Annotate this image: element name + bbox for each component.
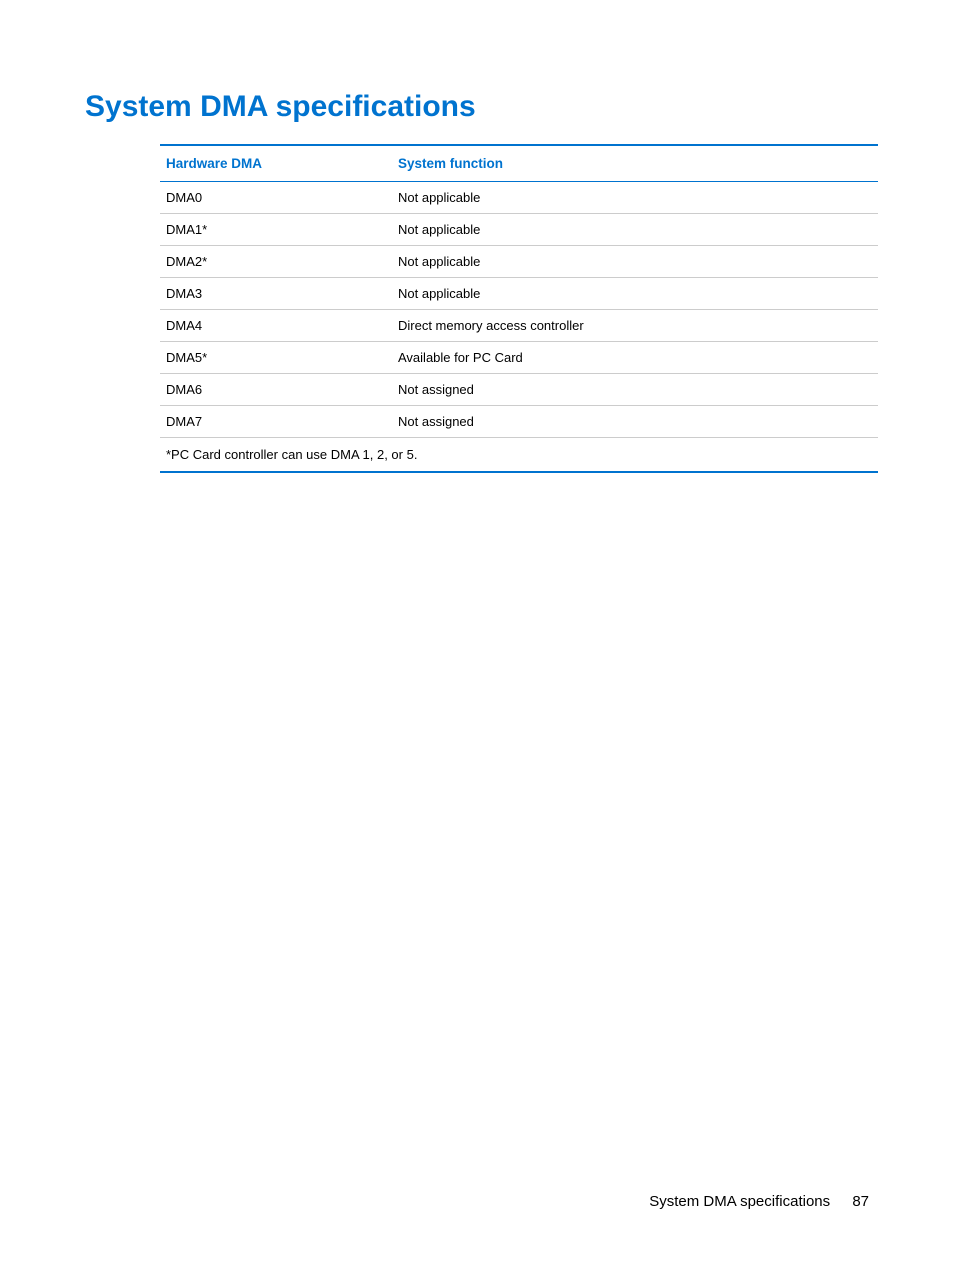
- cell-function: Not applicable: [392, 246, 878, 278]
- cell-hardware: DMA7: [160, 406, 392, 438]
- table-footnote: *PC Card controller can use DMA 1, 2, or…: [160, 438, 878, 473]
- table-row: DMA5* Available for PC Card: [160, 342, 878, 374]
- table-row: DMA2* Not applicable: [160, 246, 878, 278]
- cell-function: Direct memory access controller: [392, 310, 878, 342]
- table-row: DMA3 Not applicable: [160, 278, 878, 310]
- dma-table: Hardware DMA System function DMA0 Not ap…: [160, 144, 878, 473]
- cell-hardware: DMA5*: [160, 342, 392, 374]
- cell-hardware: DMA3: [160, 278, 392, 310]
- cell-hardware: DMA0: [160, 182, 392, 214]
- header-system-function: System function: [392, 145, 878, 182]
- footer-page-number: 87: [852, 1193, 869, 1210]
- table-row: DMA1* Not applicable: [160, 214, 878, 246]
- cell-function: Available for PC Card: [392, 342, 878, 374]
- cell-function: Not applicable: [392, 278, 878, 310]
- table-row: DMA7 Not assigned: [160, 406, 878, 438]
- cell-hardware: DMA2*: [160, 246, 392, 278]
- page-footer: System DMA specifications 87: [649, 1193, 869, 1210]
- cell-function: Not assigned: [392, 406, 878, 438]
- cell-function: Not assigned: [392, 374, 878, 406]
- header-hardware-dma: Hardware DMA: [160, 145, 392, 182]
- cell-hardware: DMA1*: [160, 214, 392, 246]
- table-header-row: Hardware DMA System function: [160, 145, 878, 182]
- cell-function: Not applicable: [392, 182, 878, 214]
- dma-table-container: Hardware DMA System function DMA0 Not ap…: [160, 144, 878, 473]
- table-footnote-row: *PC Card controller can use DMA 1, 2, or…: [160, 438, 878, 473]
- cell-hardware: DMA4: [160, 310, 392, 342]
- cell-function: Not applicable: [392, 214, 878, 246]
- cell-hardware: DMA6: [160, 374, 392, 406]
- page-title: System DMA specifications: [85, 90, 869, 124]
- footer-section-label: System DMA specifications: [649, 1193, 830, 1210]
- table-row: DMA0 Not applicable: [160, 182, 878, 214]
- table-row: DMA4 Direct memory access controller: [160, 310, 878, 342]
- table-row: DMA6 Not assigned: [160, 374, 878, 406]
